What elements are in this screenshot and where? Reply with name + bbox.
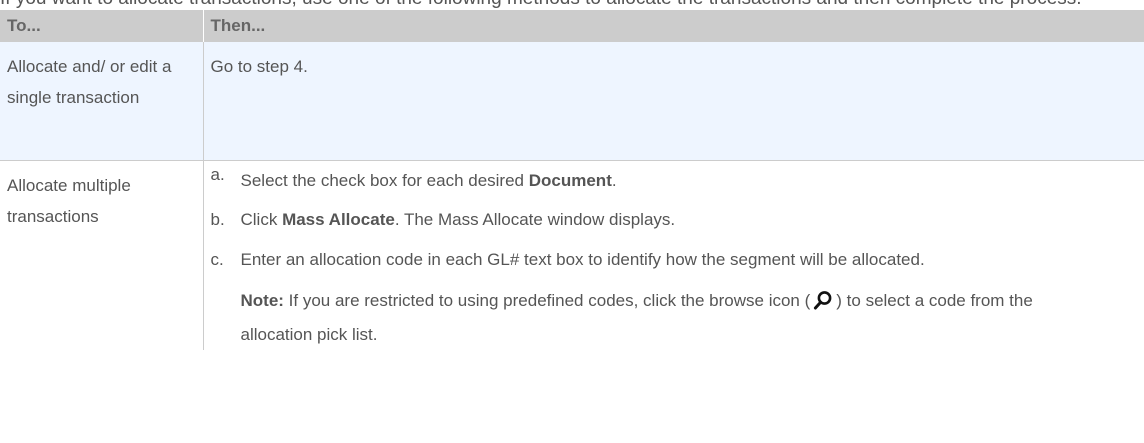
row1-to-cell: Allocate and/ or edit a single transacti… xyxy=(0,42,204,161)
row2-to-text: Allocate multiple transactions xyxy=(7,176,131,226)
row2-to-cell: Allocate multiple transactions xyxy=(0,160,204,350)
step-a-marker: a. xyxy=(210,165,225,184)
step-a-text-after: . xyxy=(611,171,617,190)
row1-then-text: Go to step 4. xyxy=(210,57,308,76)
step-a-bold: Document xyxy=(528,171,612,190)
step-c: c. Enter an allocation code in each GL# … xyxy=(204,246,1144,274)
step-a-text-before: Select the check box for each desired xyxy=(240,171,529,190)
note-text-before: If you are restricted to using predefine… xyxy=(283,291,811,310)
header-to: To... xyxy=(0,10,203,42)
instruction-table: To... Then... Allocate and/ or edit a si… xyxy=(0,10,1144,350)
row2-then-cell: a. Select the check box for each desired… xyxy=(203,161,1144,351)
table-header-row: To... Then... xyxy=(0,10,1144,42)
table-row: Allocate and/ or edit a single transacti… xyxy=(0,42,1144,161)
header-then: Then... xyxy=(202,10,1144,42)
step-c-marker: c. xyxy=(210,250,224,269)
step-b-marker: b. xyxy=(210,210,225,229)
step-b: b. Click Mass Allocate. The Mass Allocat… xyxy=(204,206,1144,234)
step-a: a. Select the check box for each desired… xyxy=(204,161,1144,195)
step-b-text-before: Click xyxy=(240,210,283,229)
note-label: Note: xyxy=(240,291,284,310)
table-row: Allocate multiple transactions a. Select… xyxy=(0,160,1144,351)
intro-text: If you want to allocate transactions, us… xyxy=(0,0,1144,10)
note-block: Note: If you are restricted to using pre… xyxy=(204,286,1144,350)
step-c-text: Enter an allocation code in each GL# tex… xyxy=(240,250,925,269)
row1-to-text: Allocate and/ or edit a single transacti… xyxy=(7,57,172,107)
row1-then-cell: Go to step 4. xyxy=(203,42,1144,161)
step-b-text-after: . The Mass Allocate window displays. xyxy=(394,210,676,229)
step-b-bold: Mass Allocate xyxy=(282,210,395,229)
magnifier-icon xyxy=(813,290,833,320)
